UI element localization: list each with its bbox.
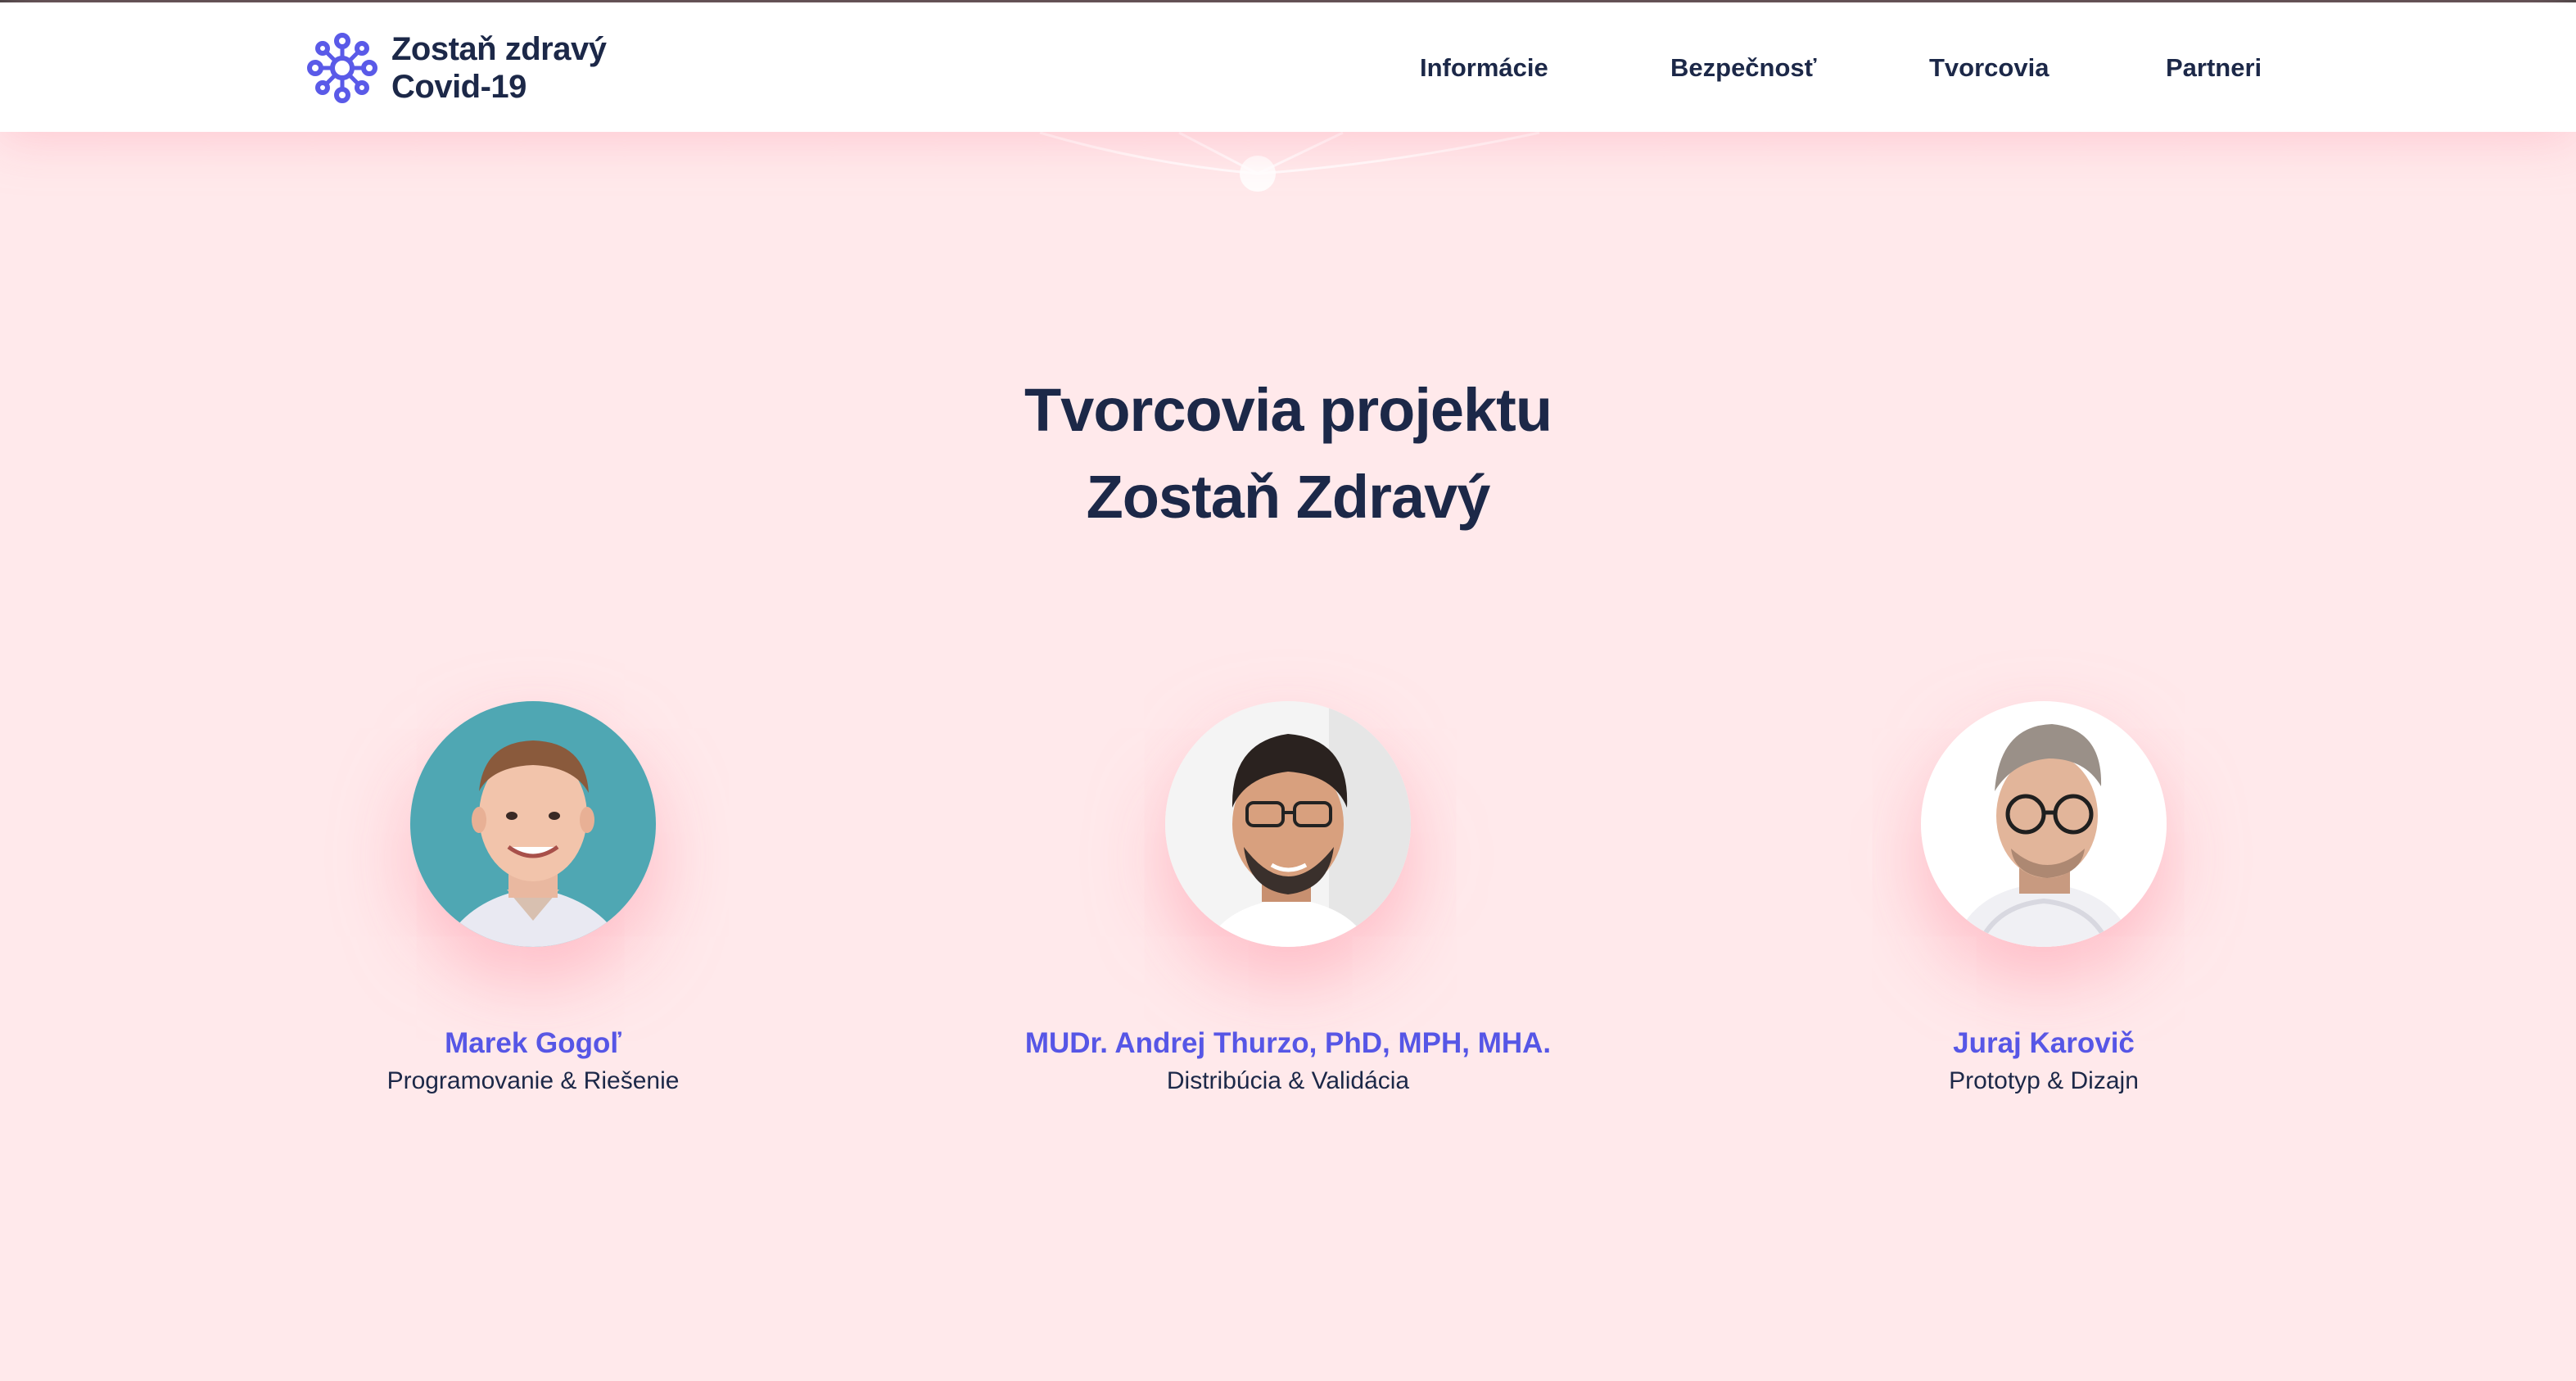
team-member-name: Juraj Karovič <box>1953 1027 2135 1059</box>
team-member-name: Marek Gogoľ <box>445 1027 621 1059</box>
decorative-network-lines <box>1039 131 1540 192</box>
team-member-role: Prototyp & Dizajn <box>1949 1067 2139 1094</box>
logo-subtitle: Covid-19 <box>391 69 526 105</box>
section-title-line2: Zostaň Zdravý <box>1086 463 1491 531</box>
logo-text: Zostaň zdravý Covid-19 <box>391 30 607 106</box>
avatar-juraj-karovic <box>1921 701 2167 947</box>
section-title: Tvorcovia projektu Zostaň Zdravý <box>0 367 2576 541</box>
portrait-photo <box>410 701 656 947</box>
avatar-marek-gogol <box>410 701 656 947</box>
team-member-role: Distribúcia & Validácia <box>1166 1067 1410 1094</box>
nav-bezpecnost[interactable]: Bezpečnosť <box>1670 52 1817 84</box>
nav-informacie[interactable]: Informácie <box>1420 52 1548 84</box>
virus-logo-icon <box>307 33 377 103</box>
avatar-andrej-thurzo <box>1165 701 1411 947</box>
site-header: Zostaň zdravý Covid-19 Informácie Bezpeč… <box>0 2 2576 132</box>
team-member-card: MUDr. Andrej Thurzo, PhD, MPH, MHA. Dist… <box>920 701 1656 1098</box>
nav-partneri[interactable]: Partneri <box>2166 52 2262 84</box>
team-member-card: Marek Gogoľ Programovanie & Riešenie <box>165 701 902 1098</box>
section-title-line1: Tvorcovia projektu <box>1024 376 1552 444</box>
team-member-card: Juraj Karovič Prototyp & Dizajn <box>1675 701 2412 1098</box>
portrait-photo <box>1921 701 2167 947</box>
nav-tvorcovia[interactable]: Tvorcovia <box>1929 52 2049 84</box>
logo-link[interactable]: Zostaň zdravý Covid-19 <box>306 30 607 106</box>
team-member-role: Programovanie & Riešenie <box>386 1067 680 1094</box>
team-member-name: MUDr. Andrej Thurzo, PhD, MPH, MHA. <box>1024 1027 1552 1059</box>
logo-title: Zostaň zdravý <box>391 31 607 67</box>
portrait-photo <box>1165 701 1411 947</box>
